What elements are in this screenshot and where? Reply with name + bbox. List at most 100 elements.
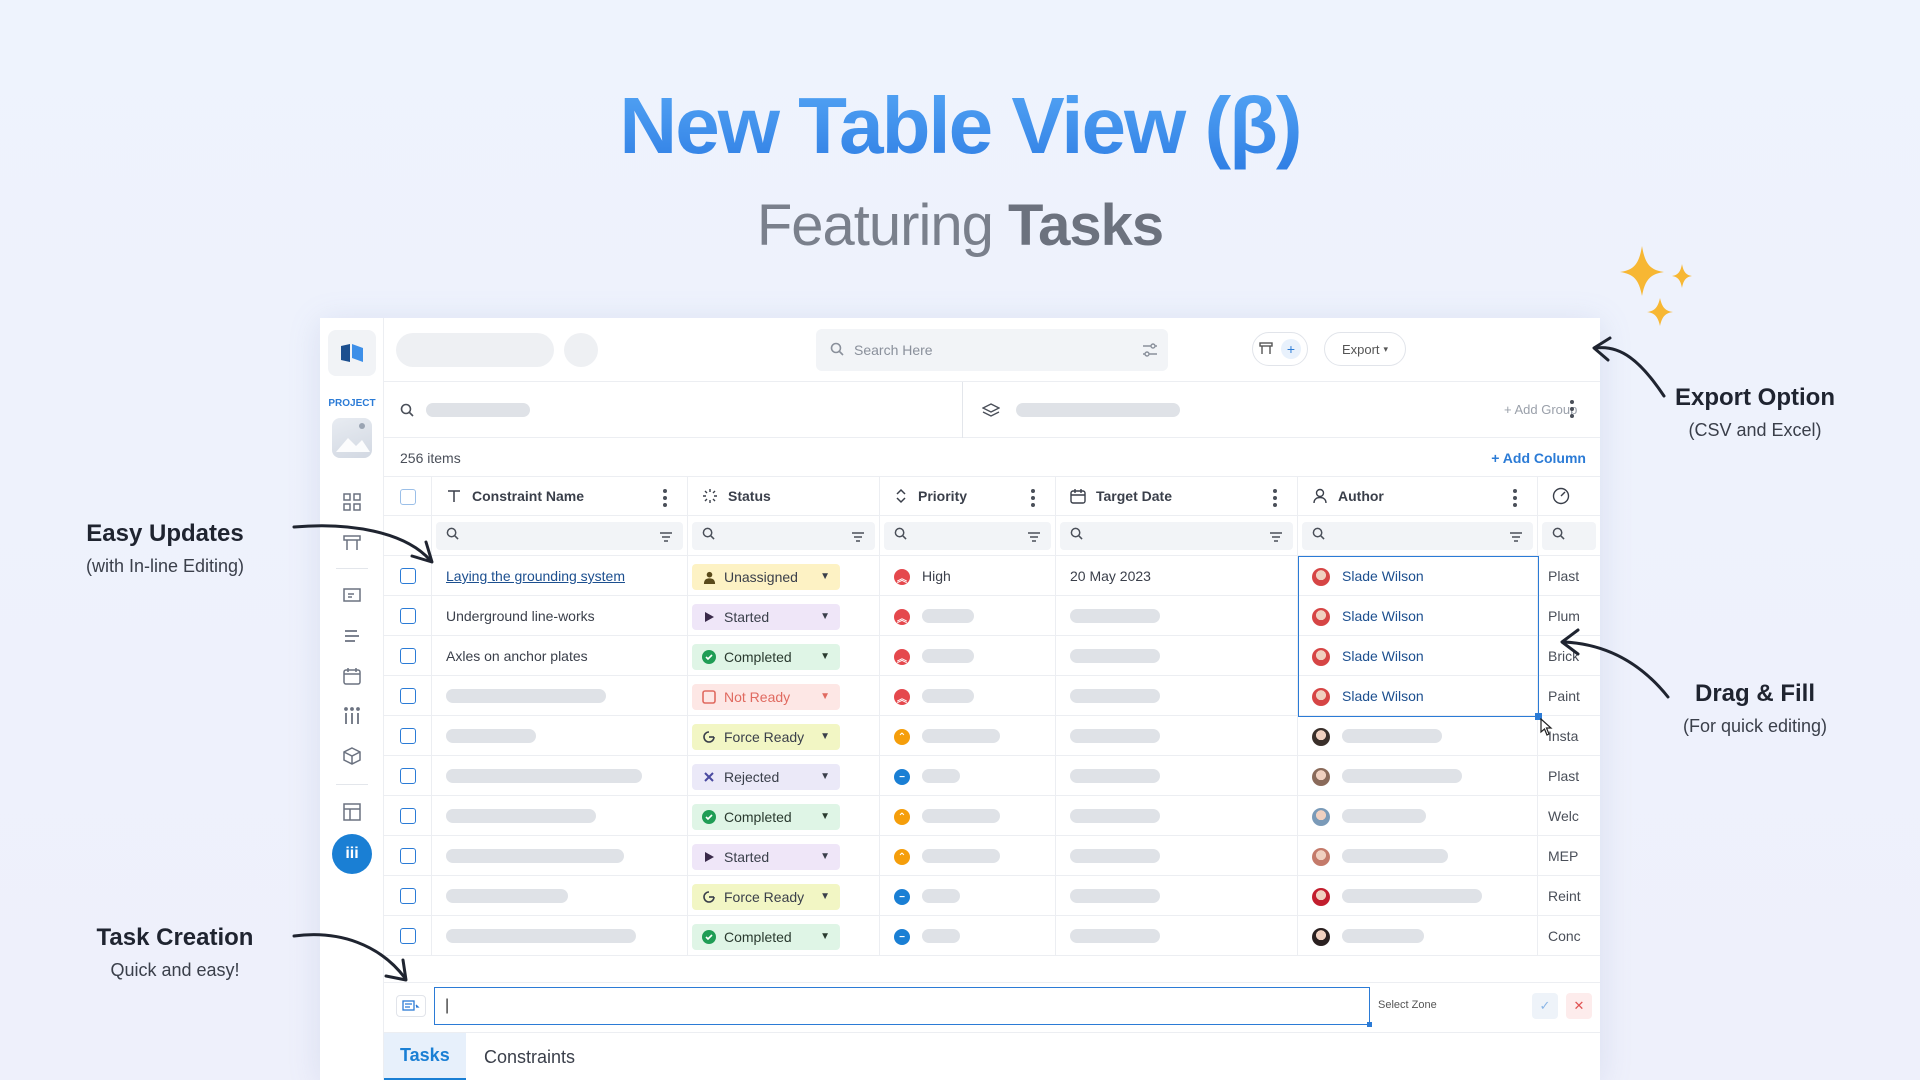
constraint-name-cell[interactable]: [432, 756, 688, 795]
target-date-cell[interactable]: [1056, 916, 1298, 955]
priority-cell[interactable]: −: [880, 876, 1056, 915]
row-checkbox[interactable]: [400, 688, 416, 704]
group-add-button[interactable]: +: [1252, 332, 1308, 366]
constraint-name[interactable]: Laying the grounding system: [446, 568, 625, 584]
row-checkbox[interactable]: [400, 888, 416, 904]
author-cell[interactable]: Slade Wilson: [1298, 636, 1538, 675]
add-column-button[interactable]: + Add Column: [1491, 450, 1586, 466]
table-row[interactable]: Laying the grounding system Unassigned ▼ ︽ H…: [384, 556, 1600, 596]
author-cell[interactable]: [1298, 796, 1538, 835]
target-date-cell[interactable]: [1056, 836, 1298, 875]
status-dropdown[interactable]: Force Ready ▼: [692, 724, 840, 750]
status-dropdown[interactable]: Started ▼: [692, 604, 840, 630]
box-icon[interactable]: [340, 744, 364, 768]
column-menu-icon[interactable]: [1273, 489, 1277, 510]
more-options-icon[interactable]: [1570, 400, 1574, 421]
tab-tasks[interactable]: Tasks: [384, 1033, 466, 1080]
barrier-icon[interactable]: [340, 530, 364, 554]
target-date-cell[interactable]: [1056, 716, 1298, 755]
status-dropdown[interactable]: Unassigned ▼: [692, 564, 840, 590]
constraint-name-cell[interactable]: [432, 676, 688, 715]
search-icon[interactable]: [400, 403, 414, 422]
add-group-button[interactable]: + Add Group: [1504, 402, 1577, 417]
target-date-cell[interactable]: [1056, 796, 1298, 835]
priority-cell[interactable]: −: [880, 756, 1056, 795]
row-checkbox[interactable]: [400, 568, 416, 584]
row-checkbox[interactable]: [400, 928, 416, 944]
filter-settings-icon[interactable]: [1142, 342, 1158, 361]
constraint-name-cell[interactable]: [432, 876, 688, 915]
calendar-icon[interactable]: [340, 664, 364, 688]
table-row[interactable]: Rejected ▼ − Plast: [384, 756, 1600, 796]
priority-cell[interactable]: ︽: [880, 676, 1056, 715]
table-row[interactable]: Underground line-works Started ▼ ︽ Slade Wil…: [384, 596, 1600, 636]
trade-cell[interactable]: Paint: [1538, 676, 1600, 715]
filter-icon[interactable]: [659, 530, 673, 548]
target-date-cell[interactable]: [1056, 676, 1298, 715]
constraint-name-cell[interactable]: [432, 716, 688, 755]
priority-cell[interactable]: ⌃: [880, 836, 1056, 875]
row-checkbox[interactable]: [400, 768, 416, 784]
author-cell[interactable]: [1298, 756, 1538, 795]
author-cell[interactable]: [1298, 916, 1538, 955]
column-header-target-date[interactable]: Target Date: [1056, 477, 1298, 515]
column-header-priority[interactable]: Priority: [880, 477, 1056, 515]
select-all-checkbox[interactable]: [400, 489, 416, 505]
status-dropdown[interactable]: Completed ▼: [692, 924, 840, 950]
trade-cell[interactable]: Conc: [1538, 916, 1600, 955]
target-date-cell[interactable]: [1056, 596, 1298, 635]
priority-cell[interactable]: ⌃: [880, 716, 1056, 755]
author-cell[interactable]: Slade Wilson: [1298, 676, 1538, 715]
table-row[interactable]: Force Ready ▼ − Reint: [384, 876, 1600, 916]
table-row[interactable]: Axles on anchor plates Completed ▼ ︽ Slade W…: [384, 636, 1600, 676]
constraint-name-cell[interactable]: [432, 836, 688, 875]
column-filter-input[interactable]: [1542, 522, 1596, 550]
tab-constraints[interactable]: Constraints: [468, 1033, 591, 1080]
table-row[interactable]: Completed ▼ − Conc: [384, 916, 1600, 956]
list-icon[interactable]: [340, 624, 364, 648]
search-field[interactable]: Search Here: [816, 329, 1168, 371]
priority-cell[interactable]: ︽: [880, 596, 1056, 635]
constraint-name-cell[interactable]: [432, 916, 688, 955]
constraint-name-cell[interactable]: Underground line-works: [432, 596, 688, 635]
logo-icon[interactable]: [328, 330, 376, 376]
trade-cell[interactable]: Welc: [1538, 796, 1600, 835]
trade-cell[interactable]: Reint: [1538, 876, 1600, 915]
table-row[interactable]: Force Ready ▼ ⌃ Insta: [384, 716, 1600, 756]
column-menu-icon[interactable]: [663, 489, 667, 510]
column-filter-input[interactable]: [1060, 522, 1293, 550]
row-checkbox[interactable]: [400, 648, 416, 664]
row-checkbox[interactable]: [400, 808, 416, 824]
status-dropdown[interactable]: Started ▼: [692, 844, 840, 870]
export-button[interactable]: Export ▾: [1324, 332, 1406, 366]
author-cell[interactable]: Slade Wilson: [1298, 596, 1538, 635]
constraint-name-cell[interactable]: Laying the grounding system: [432, 556, 688, 595]
author-cell[interactable]: [1298, 716, 1538, 755]
filter-icon[interactable]: [1027, 530, 1041, 548]
column-header-constraint-name[interactable]: Constraint Name: [432, 477, 688, 515]
task-type-select[interactable]: [396, 995, 426, 1017]
trade-cell[interactable]: MEP: [1538, 836, 1600, 875]
trade-cell[interactable]: Plast: [1538, 556, 1600, 595]
table-row[interactable]: Completed ▼ ⌃ Welc: [384, 796, 1600, 836]
layout-icon[interactable]: [340, 800, 364, 824]
constraint-name-cell[interactable]: Axles on anchor plates: [432, 636, 688, 675]
column-header-status[interactable]: Status: [688, 477, 880, 515]
author-cell[interactable]: [1298, 836, 1538, 875]
column-header-author[interactable]: Author: [1298, 477, 1538, 515]
project-image[interactable]: [332, 418, 372, 458]
target-date-cell[interactable]: [1056, 876, 1298, 915]
author-cell[interactable]: Slade Wilson: [1298, 556, 1538, 595]
layers-icon[interactable]: [981, 402, 1001, 423]
table-row[interactable]: Not Ready ▼ ︽ Slade Wilson Paint: [384, 676, 1600, 716]
priority-cell[interactable]: ︽ High: [880, 556, 1056, 595]
trade-cell[interactable]: Plast: [1538, 756, 1600, 795]
priority-cell[interactable]: ︽: [880, 636, 1056, 675]
status-dropdown[interactable]: Completed ▼: [692, 804, 840, 830]
table-view-icon[interactable]: iii: [332, 834, 372, 874]
board-icon[interactable]: [340, 584, 364, 608]
target-date-cell[interactable]: [1056, 756, 1298, 795]
row-checkbox[interactable]: [400, 608, 416, 624]
target-date-cell[interactable]: 20 May 2023: [1056, 556, 1298, 595]
columns-icon[interactable]: [340, 704, 364, 728]
